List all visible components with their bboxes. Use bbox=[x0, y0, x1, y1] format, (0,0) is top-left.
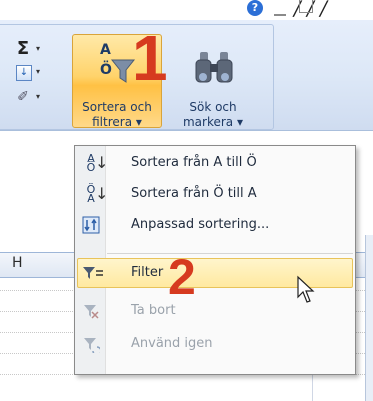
svg-text:Ö: Ö bbox=[100, 60, 112, 78]
sort-az-filter-icon: A Ö bbox=[100, 42, 136, 83]
menu-item-label: Sortera från A till Ö bbox=[131, 155, 257, 170]
fill-button[interactable]: ↓ ▾ bbox=[14, 61, 62, 83]
mouse-cursor-icon bbox=[297, 275, 315, 303]
sort-filter-label-2: filtrera ▾ bbox=[92, 115, 142, 129]
menu-item-label: Filter bbox=[131, 265, 164, 280]
menu-item-reapply: Använd igen bbox=[75, 329, 355, 359]
fill-down-icon: ↓ bbox=[16, 65, 32, 81]
eraser-icon: ✐ bbox=[17, 89, 29, 105]
find-select-label[interactable]: Sök och bbox=[178, 100, 248, 114]
reapply-icon bbox=[84, 338, 100, 353]
step-2-annotation: 2 bbox=[168, 249, 196, 305]
menu-separator bbox=[107, 253, 353, 254]
clear-button[interactable]: ✐ ▾ bbox=[14, 86, 62, 108]
menu-item-label: Använd igen bbox=[131, 336, 213, 351]
arrow-down-icon: ↓ bbox=[95, 153, 109, 172]
find-select-label-2[interactable]: markera ▾ bbox=[178, 115, 248, 129]
svg-text:A: A bbox=[100, 42, 111, 58]
chevron-down-icon: ▾ bbox=[36, 44, 41, 53]
menu-item-label: Sortera från Ö till A bbox=[131, 186, 257, 201]
arrow-down-icon: ↓ bbox=[95, 184, 109, 203]
restore-icon[interactable] bbox=[299, 0, 313, 13]
filter-icon bbox=[83, 267, 103, 279]
menu-item-sort-ascending[interactable]: A Ö ↓ Sortera från A till Ö bbox=[75, 148, 355, 178]
vertical-scrollbar[interactable] bbox=[365, 235, 373, 401]
clear-filter-icon bbox=[84, 305, 99, 319]
minimize-icon[interactable] bbox=[274, 0, 286, 16]
menu-item-custom-sort[interactable]: Anpassad sortering... bbox=[75, 210, 355, 240]
sort-filter-label: Sortera och bbox=[82, 100, 152, 114]
chevron-down-icon: ▾ bbox=[36, 67, 41, 76]
custom-sort-icon bbox=[82, 216, 100, 234]
menu-item-label: Ta bort bbox=[131, 303, 176, 318]
help-icon[interactable]: ? bbox=[247, 0, 263, 16]
menu-item-sort-descending[interactable]: Ö A ↓ Sortera från Ö till A bbox=[75, 179, 355, 209]
step-1-annotation: 1 bbox=[132, 22, 168, 94]
column-header-h[interactable]: H bbox=[12, 255, 23, 271]
binoculars-icon[interactable] bbox=[194, 50, 234, 86]
sigma-icon: Σ bbox=[16, 38, 30, 59]
autosum-button[interactable]: Σ ▾ bbox=[14, 38, 62, 60]
menu-item-label: Anpassad sortering... bbox=[131, 217, 270, 232]
chevron-down-icon: ▾ bbox=[36, 92, 41, 101]
